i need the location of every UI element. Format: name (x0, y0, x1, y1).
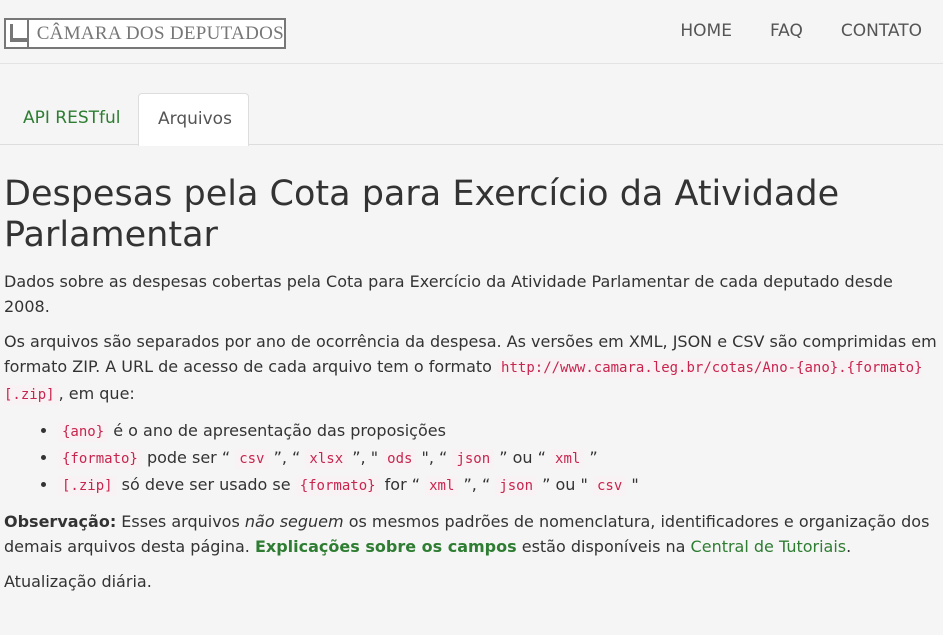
intro-paragraph: Dados sobre as despesas cobertas pela Co… (4, 272, 893, 316)
observation-paragraph: Observação: Esses arquivos não seguem os… (4, 512, 930, 556)
observation-label: Observação: (4, 512, 117, 531)
nav-contato[interactable]: CONTATO (841, 21, 922, 41)
camara-logo[interactable]: CÂMARA DOS DEPUTADOS (4, 18, 286, 49)
list-item-formato: {formato} pode ser “ csv ”, “ xlsx ”, " … (58, 445, 939, 472)
list-item-ano: {ano} é o ano de apresentação das propos… (58, 418, 939, 445)
nav-home[interactable]: HOME (680, 21, 732, 41)
tab-api-restful[interactable]: API RESTful (4, 93, 140, 145)
tab-bar: API RESTful Arquivos (0, 93, 943, 146)
logo-text: CÂMARA DOS DEPUTADOS (36, 22, 284, 44)
nav-faq[interactable]: FAQ (770, 21, 803, 41)
page-title: Despesas pela Cota para Exercício da Ati… (4, 174, 840, 255)
tab-arquivos[interactable]: Arquivos (138, 93, 249, 146)
field-explanations-link[interactable]: Explicações sobre os campos (255, 537, 517, 556)
tutorials-link[interactable]: Central de Tutoriais (691, 537, 847, 556)
top-nav: HOME FAQ CONTATO (680, 21, 922, 41)
list-item-zip: [.zip] só deve ser usado se {formato} fo… (58, 472, 939, 499)
params-list: {ano} é o ano de apresentação das propos… (4, 418, 939, 499)
navbar: CÂMARA DOS DEPUTADOS HOME FAQ CONTATO (0, 0, 943, 64)
format-paragraph: Os arquivos são separados por ano de oco… (4, 332, 937, 405)
logo-icon (6, 20, 29, 47)
main-content: Despesas pela Cota para Exercício da Ati… (0, 174, 943, 594)
update-note: Atualização diária. (4, 572, 152, 591)
